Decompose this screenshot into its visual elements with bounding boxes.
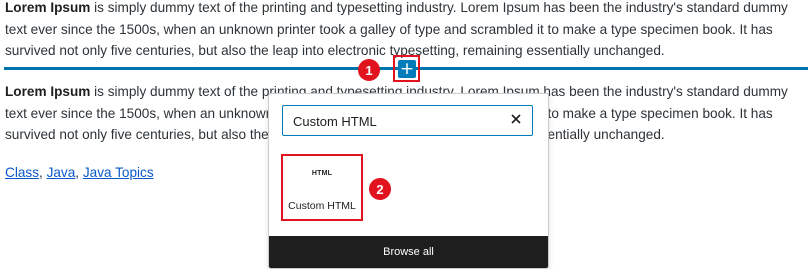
add-block-button[interactable]: + bbox=[398, 60, 416, 78]
close-icon[interactable] bbox=[509, 112, 523, 126]
step-badge-2: 2 bbox=[369, 178, 391, 200]
block-search-box bbox=[282, 105, 533, 136]
html-icon: HTML bbox=[311, 170, 333, 177]
paragraph-1-text: is simply dummy text of the printing and… bbox=[5, 0, 788, 58]
link-java-topics[interactable]: Java Topics bbox=[83, 165, 154, 180]
link-separator: , bbox=[39, 165, 47, 180]
link-java[interactable]: Java bbox=[47, 165, 76, 180]
link-separator: , bbox=[75, 165, 83, 180]
plus-icon: + bbox=[399, 59, 415, 79]
paragraph-1: Lorem Ipsum is simply dummy text of the … bbox=[5, 0, 805, 62]
link-class[interactable]: Class bbox=[5, 165, 39, 180]
custom-html-block-item[interactable]: HTML Custom HTML bbox=[281, 154, 363, 221]
tag-links: Class, Java, Java Topics bbox=[5, 165, 154, 180]
block-item-label: Custom HTML bbox=[288, 200, 356, 212]
paragraph-2-bold: Lorem Ipsum bbox=[5, 84, 91, 99]
block-inserter-popover: HTML Custom HTML Browse all bbox=[268, 93, 549, 269]
block-search-input[interactable] bbox=[291, 106, 495, 136]
browse-all-button[interactable]: Browse all bbox=[269, 236, 548, 268]
step-badge-1: 1 bbox=[358, 59, 380, 81]
paragraph-1-bold: Lorem Ipsum bbox=[5, 0, 91, 15]
